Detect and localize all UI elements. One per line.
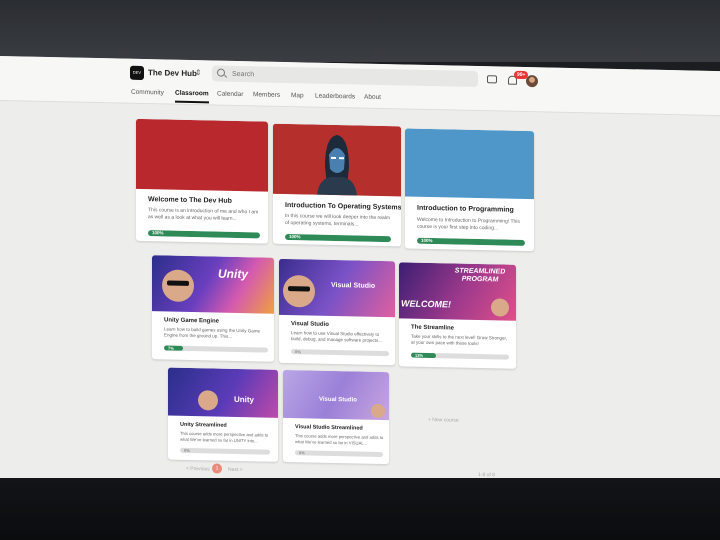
course-title: Visual Studio xyxy=(291,321,329,328)
group-name[interactable]: The Dev Hub xyxy=(148,68,197,78)
tab-leaderboards[interactable]: Leaderboards xyxy=(315,93,355,101)
course-description: This course adds more perspective and ad… xyxy=(295,433,384,446)
course-title: Welcome to The Dev Hub xyxy=(148,196,232,205)
browser-screen: DEV HUB The Dev Hub ⇕ 99+ Community Clas… xyxy=(0,56,720,496)
progress-bar: 100% xyxy=(148,230,260,239)
presenter-face xyxy=(198,390,218,411)
group-switcher-icon[interactable]: ⇕ xyxy=(195,68,202,77)
avatar[interactable] xyxy=(526,75,538,88)
course-thumbnail: STREAMLINED PROGRAM WELCOME! xyxy=(399,262,516,321)
pagination-prev[interactable]: < Previous xyxy=(186,466,210,472)
course-thumbnail xyxy=(405,128,534,200)
thumbnail-text: Visual Studio xyxy=(331,281,376,290)
course-card-visual-studio-streamlined[interactable]: Visual Studio Visual Studio Streamlined … xyxy=(283,369,389,465)
course-description: This course adds more perspective and ad… xyxy=(180,430,269,444)
course-card-unity-streamlined[interactable]: Unity Unity Streamlined This course adds… xyxy=(168,367,278,462)
progress-fill: 13% xyxy=(411,352,437,359)
course-thumbnail: Unity xyxy=(168,367,278,418)
course-card-welcome[interactable]: Welcome to The Dev Hub This course is an… xyxy=(136,118,268,244)
progress-fill: 100% xyxy=(285,233,391,243)
course-thumbnail: Visual Studio xyxy=(279,258,395,318)
monitor-bezel-bottom xyxy=(0,478,720,540)
thumbnail-text: STREAMLINED PROGRAM xyxy=(454,267,506,284)
progress-fill: 0% xyxy=(299,450,305,456)
course-card-streamline[interactable]: STREAMLINED PROGRAM WELCOME! The Streaml… xyxy=(399,262,516,369)
logo-text: DEV HUB xyxy=(132,69,142,89)
progress-bar: 0% xyxy=(295,450,383,458)
course-thumbnail: Visual Studio xyxy=(283,369,389,421)
progress-bar: 100% xyxy=(285,233,391,243)
progress-bar: 7% xyxy=(164,345,268,353)
progress-fill: 0% xyxy=(295,349,301,355)
chat-icon[interactable] xyxy=(487,75,497,84)
course-thumbnail: Unity xyxy=(152,255,274,314)
monitor-bezel-top xyxy=(0,0,720,62)
search-input[interactable] xyxy=(230,67,454,86)
presenter-face xyxy=(491,298,509,317)
progress-bar: 13% xyxy=(411,352,509,360)
tab-about[interactable]: About xyxy=(364,94,381,101)
tab-map[interactable]: Map xyxy=(291,92,304,99)
thumbnail-text: Unity xyxy=(218,266,248,282)
pagination-current[interactable]: 1 xyxy=(212,463,222,474)
presenter-face xyxy=(283,274,315,308)
course-title: Introduction To Operating Systems xyxy=(285,201,401,212)
tab-community[interactable]: Community xyxy=(131,89,164,97)
course-title: The Streamline xyxy=(411,324,455,332)
course-title: Visual Studio Streamlined xyxy=(295,424,363,432)
course-thumbnail xyxy=(273,123,401,197)
progress-bar: 0% xyxy=(180,447,270,455)
tab-classroom[interactable]: Classroom xyxy=(175,90,209,98)
course-description: This course is an introduction of me and… xyxy=(148,207,259,222)
progress-fill: 100% xyxy=(148,230,260,239)
course-card-visual-studio[interactable]: Visual Studio Visual Studio Learn how to… xyxy=(279,258,395,366)
presenter-face xyxy=(162,269,194,303)
course-title: Introduction to Programming xyxy=(417,204,514,214)
progress-bar: 100% xyxy=(417,237,525,246)
ironman-illustration xyxy=(273,123,401,197)
course-description: Learn how to use Visual Studio effective… xyxy=(291,330,383,344)
course-card-unity[interactable]: Unity Unity Game Engine Learn how to bui… xyxy=(152,255,274,362)
course-thumbnail xyxy=(136,118,268,192)
progress-fill: 0% xyxy=(184,447,190,453)
course-description: Take your skills to the next level! Grow… xyxy=(411,333,508,347)
progress-fill: 7% xyxy=(164,345,183,351)
progress-bar: 0% xyxy=(291,349,389,357)
course-card-programming[interactable]: Introduction to Programming Welcome to I… xyxy=(405,128,534,252)
search-icon xyxy=(217,68,225,77)
tab-members[interactable]: Members xyxy=(253,91,280,99)
course-title: Unity Streamlined xyxy=(180,421,227,429)
thumbnail-text: Unity xyxy=(234,394,254,405)
course-description: Learn how to build games using the Unity… xyxy=(164,326,261,339)
presenter-face xyxy=(371,403,385,419)
pagination-next[interactable]: Next > xyxy=(228,467,243,473)
course-description: Welcome to Introduction to Programming! … xyxy=(417,216,520,232)
search-bar[interactable] xyxy=(212,65,478,88)
tab-calendar[interactable]: Calendar xyxy=(217,91,243,99)
group-logo[interactable]: DEV HUB xyxy=(130,65,144,89)
course-card-operating-systems[interactable]: Introduction To Operating Systems In thi… xyxy=(273,123,401,247)
course-description: In this course we will look deeper into … xyxy=(285,212,391,228)
app-header: DEV HUB The Dev Hub ⇕ 99+ Community Clas… xyxy=(0,56,720,117)
progress-fill: 100% xyxy=(417,237,525,246)
new-course-button[interactable]: + New course xyxy=(428,417,459,424)
thumbnail-text: Visual Studio xyxy=(319,396,357,404)
course-title: Unity Game Engine xyxy=(164,317,220,325)
thumbnail-welcome-text: WELCOME! xyxy=(401,298,451,310)
